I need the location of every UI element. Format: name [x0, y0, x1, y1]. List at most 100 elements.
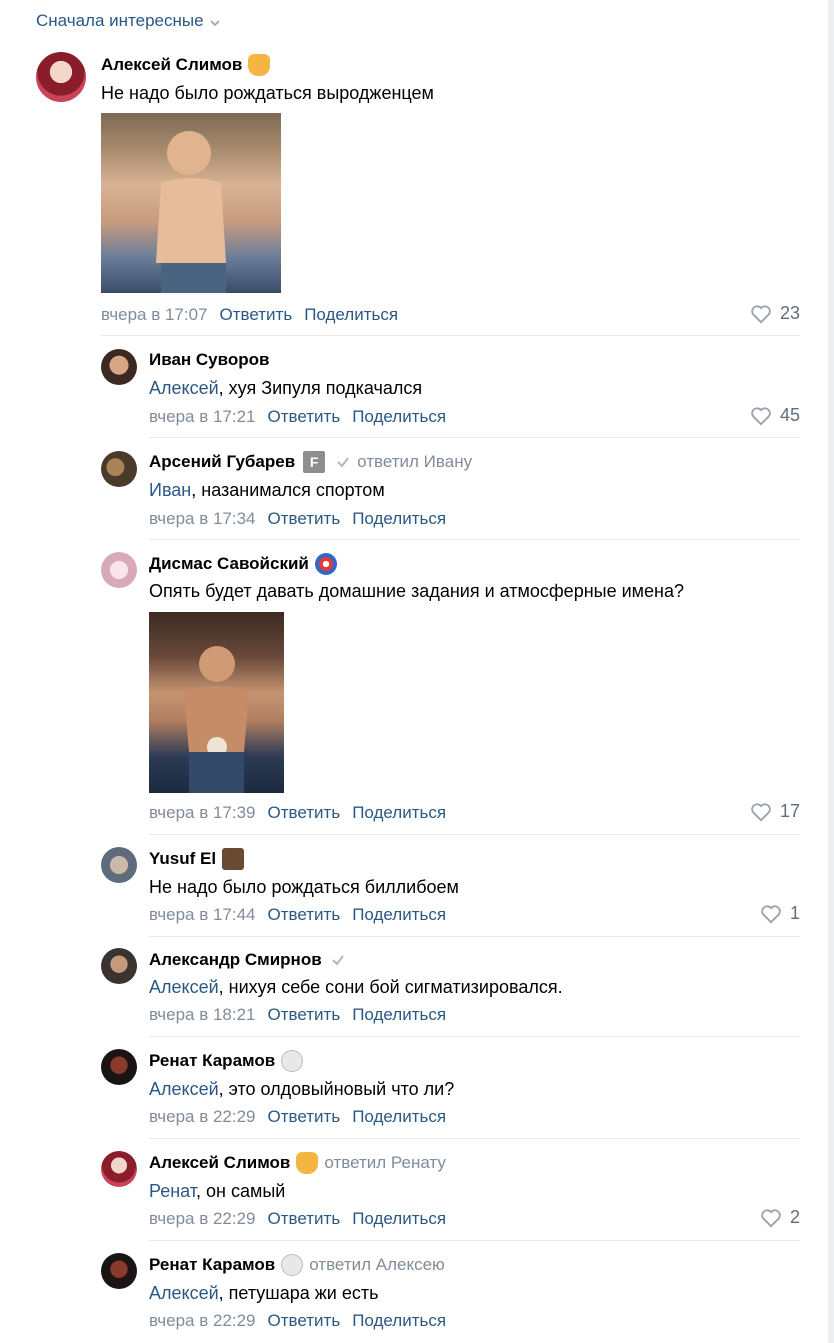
like-count: 2	[789, 1207, 800, 1227]
comment-body: , это олдовыйновый что ли?	[218, 1079, 455, 1099]
mention-link[interactable]: Алексей	[149, 977, 219, 997]
avatar[interactable]	[101, 1151, 137, 1187]
author-name[interactable]: Ренат Карамов	[149, 1051, 275, 1071]
like-button[interactable]: 23	[750, 303, 800, 324]
avatar[interactable]	[101, 948, 137, 984]
author-name[interactable]: Иван Суворов	[149, 350, 269, 370]
mention-link[interactable]: Алексей	[149, 1079, 219, 1099]
avatar[interactable]	[101, 847, 137, 883]
share-button[interactable]: Поделиться	[352, 509, 446, 529]
avatar[interactable]	[101, 451, 137, 487]
troll-face-badge-icon	[281, 1050, 304, 1072]
reply-button[interactable]: Ответить	[268, 407, 341, 427]
reply-button[interactable]: Ответить	[268, 1005, 341, 1025]
ghost-badge-icon	[296, 1152, 319, 1174]
comment-text: Иван, назанимался спортом	[149, 480, 385, 501]
author-name[interactable]: Дисмас Савойский	[149, 554, 309, 574]
share-button[interactable]: Поделиться	[352, 1005, 446, 1025]
share-button[interactable]: Поделиться	[304, 305, 398, 325]
separator	[149, 936, 800, 937]
check-icon	[337, 457, 349, 468]
author-name[interactable]: Ренат Карамов	[149, 1255, 275, 1275]
avatar[interactable]	[101, 1253, 137, 1289]
separator	[101, 335, 800, 336]
captain-badge-icon	[314, 553, 337, 575]
like-count: 1	[789, 903, 800, 923]
comment-text: Не надо было рождаться биллибоем	[149, 877, 459, 897]
comment-body: , он самый	[196, 1181, 286, 1201]
like-button[interactable]: 45	[750, 405, 800, 426]
like-button[interactable]: 1	[760, 903, 800, 924]
separator	[149, 1240, 800, 1241]
share-button[interactable]: Поделиться	[352, 407, 446, 427]
author-name[interactable]: Александр Смирнов	[149, 950, 322, 970]
reply-button[interactable]: Ответить	[268, 1311, 341, 1331]
sort-label: Сначала интересные	[36, 11, 204, 30]
comment-time[interactable]: вчера в 17:39	[149, 803, 256, 823]
f-badge-icon: F	[303, 451, 326, 473]
reply-button[interactable]: Ответить	[268, 803, 341, 823]
attached-photo[interactable]	[149, 612, 284, 793]
heart-icon	[751, 304, 771, 323]
reply-to-label[interactable]: ответил Ивану	[357, 452, 472, 472]
author-name[interactable]: Yusuf El	[149, 849, 216, 869]
mention-link[interactable]: Алексей	[149, 378, 219, 398]
reply-button[interactable]: Ответить	[268, 1107, 341, 1127]
like-count: 17	[779, 801, 800, 821]
comment-time[interactable]: вчера в 17:44	[149, 905, 256, 925]
briefcase-badge-icon	[222, 848, 245, 870]
comment-text: Алексей, хуя Зипуля подкачался	[149, 378, 422, 399]
reply-button[interactable]: Ответить	[268, 905, 341, 925]
comment-time[interactable]: вчера в 17:07	[101, 305, 208, 325]
attached-photo[interactable]	[101, 113, 281, 293]
share-button[interactable]: Поделиться	[352, 1209, 446, 1229]
separator	[149, 539, 800, 540]
photo-figure	[156, 131, 226, 293]
reply-button[interactable]: Ответить	[220, 305, 293, 325]
author-name[interactable]: Алексей Слимов	[101, 55, 242, 75]
author-name[interactable]: Арсений Губарев	[149, 452, 295, 472]
share-button[interactable]: Поделиться	[352, 905, 446, 925]
comment-body: , хуя Зипуля подкачался	[218, 378, 423, 398]
share-button[interactable]: Поделиться	[352, 1311, 446, 1331]
reply-to-label[interactable]: ответил Ренату	[324, 1153, 446, 1173]
avatar[interactable]	[101, 1049, 137, 1085]
comment-time[interactable]: вчера в 22:29	[149, 1209, 256, 1229]
like-count: 23	[779, 303, 800, 323]
share-button[interactable]: Поделиться	[352, 803, 446, 823]
avatar[interactable]	[101, 552, 137, 588]
comment-text: Алексей, нихуя себе сони бой сигматизиро…	[149, 977, 563, 998]
chevron-down-icon	[209, 19, 220, 26]
comment-time[interactable]: вчера в 17:21	[149, 407, 256, 427]
author-name[interactable]: Алексей Слимов	[149, 1153, 290, 1173]
avatar[interactable]	[36, 52, 86, 102]
troll-face-badge-icon	[281, 1254, 304, 1276]
heart-icon	[761, 904, 781, 923]
comment-time[interactable]: вчера в 18:21	[149, 1005, 256, 1025]
comment-text: Опять будет давать домашние задания и ат…	[149, 581, 684, 601]
comment-body: , петушара жи есть	[218, 1283, 379, 1303]
comment-text: Не надо было рождаться выродженцем	[101, 83, 434, 103]
comment-text: Алексей, это олдовыйновый что ли?	[149, 1079, 454, 1100]
photo-figure	[184, 646, 249, 793]
mention-link[interactable]: Иван	[149, 480, 191, 500]
like-button[interactable]: 2	[760, 1207, 800, 1228]
heart-icon	[751, 802, 771, 821]
ghost-badge-icon	[248, 54, 271, 76]
reply-button[interactable]: Ответить	[268, 509, 341, 529]
comment-body: , назанимался спортом	[191, 480, 385, 500]
share-button[interactable]: Поделиться	[352, 1107, 446, 1127]
heart-icon	[761, 1208, 781, 1227]
reply-to-label[interactable]: ответил Алексею	[309, 1255, 445, 1275]
like-button[interactable]: 17	[750, 801, 800, 822]
sort-dropdown[interactable]: Сначала интересные	[36, 11, 220, 31]
mention-link[interactable]: Алексей	[149, 1283, 219, 1303]
reply-button[interactable]: Ответить	[268, 1209, 341, 1229]
like-count: 45	[779, 405, 800, 425]
comment-text: Ренат, он самый	[149, 1181, 285, 1202]
comment-time[interactable]: вчера в 22:29	[149, 1107, 256, 1127]
mention-link[interactable]: Ренат	[149, 1181, 196, 1201]
avatar[interactable]	[101, 349, 137, 385]
comment-time[interactable]: вчера в 17:34	[149, 509, 256, 529]
comment-time[interactable]: вчера в 22:29	[149, 1311, 256, 1331]
